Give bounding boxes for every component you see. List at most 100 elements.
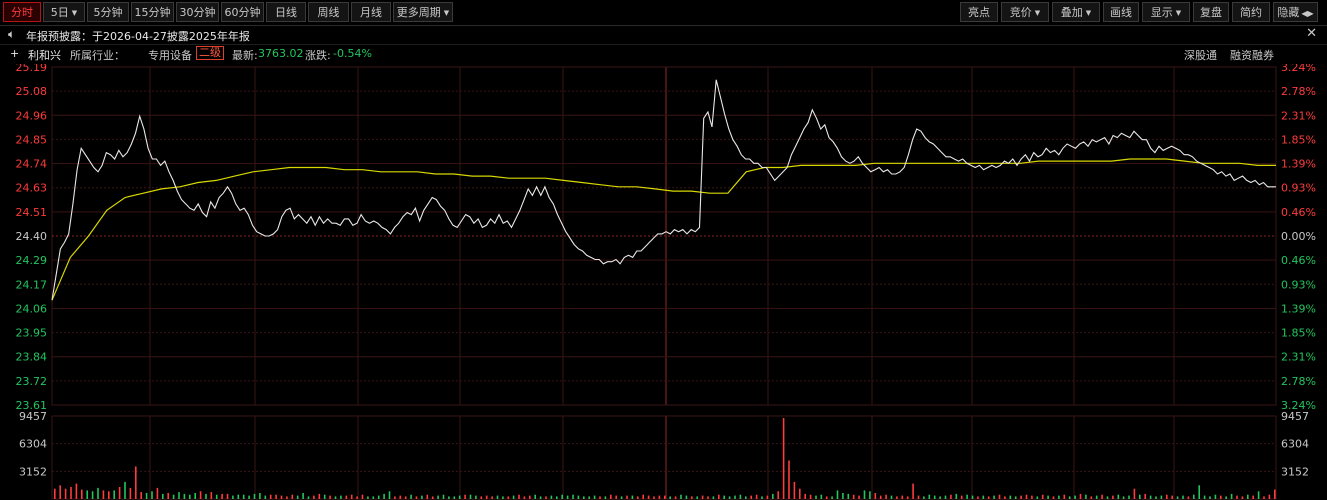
volume-bar — [323, 494, 326, 499]
volume-bar — [966, 494, 968, 499]
tool-button-6[interactable]: 简约 — [1232, 2, 1270, 22]
volume-bar — [437, 495, 439, 499]
volume-bar — [896, 496, 898, 499]
period-button-0[interactable]: 分时 — [3, 2, 41, 22]
chevron-down-icon: ▼ — [71, 9, 78, 17]
period-button-3[interactable]: 15分钟 — [131, 2, 174, 22]
volume-bar — [939, 496, 941, 499]
period-button-6[interactable]: 日线 — [266, 2, 306, 22]
tool-button-2[interactable]: 叠加 ▼ — [1052, 2, 1100, 22]
volume-bar — [933, 495, 936, 499]
volume-bar — [588, 496, 590, 499]
volume-bar — [189, 494, 191, 499]
volume-bar — [491, 496, 493, 499]
volume-tick-label: 6304 — [19, 438, 47, 451]
volume-bar — [1068, 496, 1071, 499]
percent-tick-label: 0.46% — [1281, 254, 1316, 267]
volume-bar — [583, 496, 585, 499]
latest-value: 3763.02 — [258, 47, 304, 60]
tool-button-label: 复盘 — [1200, 6, 1222, 19]
period-button-8[interactable]: 月线 — [351, 2, 391, 22]
percent-tick-label: 2.31% — [1281, 109, 1316, 122]
close-icon[interactable]: ✕ — [1306, 26, 1317, 41]
volume-bar — [480, 496, 483, 499]
period-button-7[interactable]: 周线 — [308, 2, 349, 22]
volume-bar — [383, 493, 385, 499]
period-button-5[interactable]: 60分钟 — [221, 2, 264, 22]
price-tick-label: 24.40 — [16, 230, 48, 243]
volume-bar — [1144, 493, 1146, 499]
stock-name[interactable]: 利和兴 — [28, 47, 61, 63]
price-axis: 25.19 25.08 24.96 24.85 24.74 24.63 24.51 24.40… — [16, 64, 48, 412]
volume-bar — [923, 496, 925, 499]
volume-bar — [156, 487, 159, 499]
volume-bar — [399, 495, 402, 499]
volume-bar — [604, 496, 607, 499]
margin-trading-link[interactable]: 融资融券 — [1230, 47, 1274, 63]
volume-bar — [237, 494, 240, 499]
percent-tick-label: 1.39% — [1281, 158, 1316, 171]
volume-bar — [890, 495, 893, 499]
volume-bar — [469, 494, 472, 499]
volume-bar — [162, 493, 164, 499]
volume-bar — [691, 496, 693, 499]
volume-bar — [280, 495, 283, 499]
volume-bar — [723, 495, 725, 499]
tool-button-label: 显示 — [1150, 6, 1173, 19]
period-button-label: 更多周期 — [396, 6, 441, 19]
volume-bar — [852, 494, 855, 499]
industry-value[interactable]: 专用设备 — [148, 47, 192, 63]
period-button-2[interactable]: 5分钟 — [87, 2, 129, 22]
volume-bar — [1252, 495, 1254, 499]
volume-bar — [1020, 495, 1022, 499]
price-tick-label: 24.96 — [16, 109, 48, 122]
volume-bar — [172, 494, 175, 499]
volume-bar — [1047, 495, 1049, 499]
volume-bar — [831, 496, 833, 499]
tool-button-7[interactable]: 隐藏 ◀▶ — [1273, 2, 1318, 22]
chart-grid — [51, 66, 1277, 500]
volume-bar — [1133, 488, 1136, 499]
change-label: 涨跌: — [305, 49, 331, 62]
intraday-chart[interactable]: 25.19 25.08 24.96 24.85 24.74 24.63 24.51 24.40… — [0, 64, 1327, 500]
percent-tick-label: 0.93% — [1281, 182, 1316, 195]
volume-bar — [1101, 494, 1103, 499]
volume-bar — [81, 489, 83, 499]
volume-bar — [1166, 494, 1168, 499]
tool-button-1[interactable]: 竞价 ▼ — [1001, 2, 1049, 22]
volume-bar — [140, 492, 142, 499]
volume-bar — [745, 496, 747, 499]
volume-bar — [1236, 495, 1238, 499]
crosshair-icon[interactable]: + — [10, 47, 19, 60]
volume-bar — [1036, 496, 1039, 499]
percent-tick-label: 0.93% — [1281, 278, 1316, 291]
volume-bar — [1014, 496, 1017, 499]
tool-button-4[interactable]: 显示 ▼ — [1142, 2, 1190, 22]
price-tick-label: 24.63 — [16, 182, 48, 195]
volume-bar — [404, 496, 407, 499]
tool-button-3[interactable]: 画线 — [1103, 2, 1139, 22]
tool-button-0[interactable]: 亮点 — [960, 2, 998, 22]
period-button-9[interactable]: 更多周期 ▼ — [393, 2, 453, 22]
tool-button-5[interactable]: 复盘 — [1193, 2, 1229, 22]
volume-bar — [788, 460, 790, 499]
volume-bar — [75, 483, 78, 499]
shenzhen-connect-link[interactable]: 深股通 — [1184, 47, 1217, 63]
volume-bar — [545, 496, 547, 499]
period-button-1[interactable]: 5日 ▼ — [43, 2, 85, 22]
volume-bar — [215, 494, 218, 499]
volume-bar — [1198, 485, 1200, 499]
volume-bar — [599, 496, 601, 499]
volume-bar — [1122, 496, 1125, 499]
volume-bar — [982, 495, 985, 499]
period-button-4[interactable]: 30分钟 — [176, 2, 219, 22]
volume-bar — [858, 495, 860, 499]
volume-bar — [1052, 496, 1055, 499]
volume-bars — [54, 418, 1276, 499]
period-button-label: 周线 — [317, 6, 340, 19]
chevron-down-icon: ▼ — [443, 9, 450, 17]
volume-bar — [507, 496, 510, 499]
volume-bar — [264, 495, 267, 499]
tool-button-label: 简约 — [1240, 6, 1262, 19]
volume-bar — [167, 493, 169, 499]
